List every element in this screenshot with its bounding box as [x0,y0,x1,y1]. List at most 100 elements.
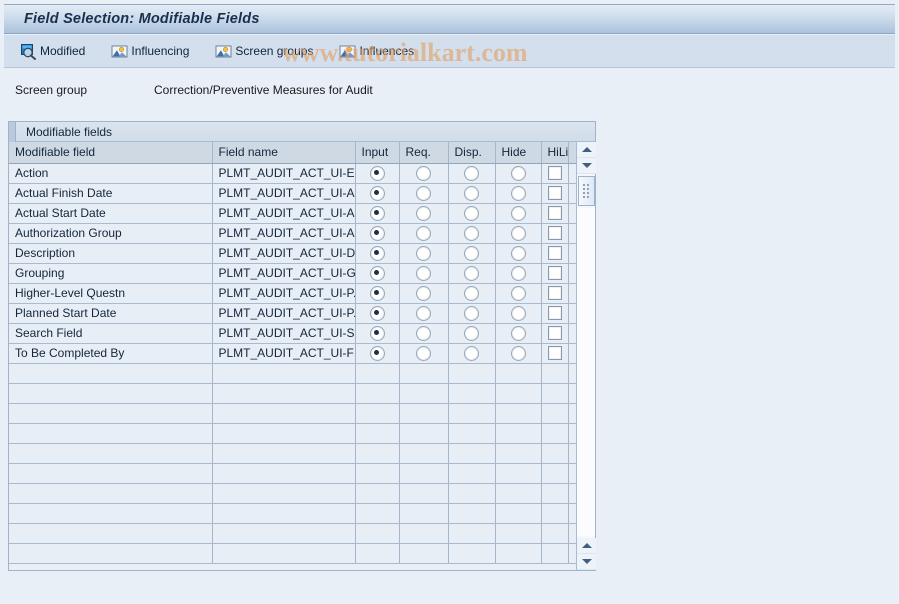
radio-input-radio[interactable] [369,185,385,201]
table-row[interactable]: Authorization Group PLMT_AUDIT_ACT_UI-A..… [9,223,576,244]
table-row[interactable]: Action PLMT_AUDIT_ACT_UI-E... [9,163,576,184]
radio-disp-radio[interactable] [464,345,479,361]
hili-checkbox[interactable] [547,206,562,221]
table-row[interactable]: Planned Start Date PLMT_AUDIT_ACT_UI-P... [9,303,576,324]
table-row-empty[interactable] [9,543,576,564]
scrollbar-track[interactable] [577,208,595,536]
radio-disp-radio[interactable] [464,265,479,281]
cell-empty [448,503,496,524]
radio-input-radio[interactable] [369,325,385,341]
hili-checkbox[interactable] [547,326,562,341]
cell-radio-disp [448,243,496,264]
cell-empty [541,383,569,404]
radio-disp-radio[interactable] [464,205,479,221]
hili-checkbox[interactable] [547,226,562,241]
table-row[interactable]: Actual Finish Date PLMT_AUDIT_ACT_UI-A... [9,183,576,204]
column-header-label: Hide [501,145,527,160]
radio-hide-radio[interactable] [510,345,526,361]
hili-checkbox[interactable] [547,306,562,321]
table-row[interactable]: Description PLMT_AUDIT_ACT_UI-D... [9,243,576,264]
radio-input-radio[interactable] [369,225,385,241]
table-row[interactable]: Search Field PLMT_AUDIT_ACT_UI-S... [9,323,576,344]
radio-disp-radio[interactable] [464,185,479,201]
column-header-req[interactable]: Req. [399,142,449,164]
radio-hide-radio[interactable] [510,245,526,261]
table-row-empty[interactable] [9,423,576,444]
hili-checkbox[interactable] [547,186,562,201]
radio-hide-radio[interactable] [510,185,526,201]
toolbar-button-modified[interactable]: Modified [16,38,95,64]
radio-req-radio[interactable] [416,185,431,201]
radio-disp-radio[interactable] [464,325,479,341]
scroll-up-button[interactable] [577,142,596,158]
table-row-empty[interactable] [9,523,576,544]
scroll-page-up-button[interactable] [577,538,596,554]
radio-req-radio[interactable] [416,325,431,341]
radio-disp-radio[interactable] [464,245,479,261]
cell-radio-input [355,183,400,204]
column-header-spacer [568,142,576,164]
scroll-down-button[interactable] [577,158,596,174]
cell-field-name: PLMT_AUDIT_ACT_UI-A... [212,203,356,224]
cell-spacer [568,263,576,284]
column-header-modifiable-field[interactable]: Modifiable field [9,142,213,164]
radio-req-radio[interactable] [416,265,431,281]
radio-req-radio[interactable] [416,245,431,261]
radio-req-radio[interactable] [416,285,431,301]
radio-hide-radio[interactable] [510,285,526,301]
radio-hide-radio[interactable] [510,165,526,181]
table-row-empty[interactable] [9,503,576,524]
scrollbar-thumb[interactable] [577,176,595,206]
radio-hide-radio[interactable] [510,205,526,221]
scroll-page-down-button[interactable] [577,554,596,570]
table-row-empty[interactable] [9,403,576,424]
radio-hide-radio[interactable] [510,325,526,341]
radio-input-radio[interactable] [369,165,385,181]
column-header-hili[interactable]: HiLi [541,142,569,164]
radio-input-radio[interactable] [369,245,385,261]
toolbar-button-influences[interactable]: Influences [335,38,424,64]
radio-req-radio[interactable] [416,205,431,221]
radio-disp-radio[interactable] [464,225,479,241]
toolbar-button-influencing[interactable]: Influencing [107,38,199,64]
radio-req-radio[interactable] [416,165,431,181]
table-row[interactable]: Grouping PLMT_AUDIT_ACT_UI-G... [9,263,576,284]
radio-input-radio[interactable] [369,205,385,221]
table-row[interactable]: To Be Completed By PLMT_AUDIT_ACT_UI-FI..… [9,343,576,364]
cell-radio-req [399,223,449,244]
radio-disp-radio[interactable] [464,165,479,181]
table-row-empty[interactable] [9,363,576,384]
cell-spacer [568,243,576,264]
hili-checkbox[interactable] [547,166,562,181]
hili-checkbox[interactable] [547,346,562,361]
radio-req-radio[interactable] [416,305,431,321]
hili-checkbox[interactable] [547,246,562,261]
column-header-field-name[interactable]: Field name [212,142,356,164]
column-header-input[interactable]: Input [355,142,400,164]
hili-checkbox[interactable] [547,286,562,301]
hili-checkbox[interactable] [547,266,562,281]
column-header-hide[interactable]: Hide [495,142,542,164]
table-group-header: Modifiable fields [9,121,595,142]
toolbar-button-screen-groups[interactable]: Screen groups [211,38,323,64]
column-header-disp[interactable]: Disp. [448,142,496,164]
radio-hide-radio[interactable] [510,225,526,241]
cell-radio-disp [448,323,496,344]
radio-req-radio[interactable] [416,345,431,361]
table-row[interactable]: Actual Start Date PLMT_AUDIT_ACT_UI-A... [9,203,576,224]
radio-input-radio[interactable] [369,285,385,301]
radio-hide-radio[interactable] [510,265,526,281]
radio-req-radio[interactable] [416,225,431,241]
table-row-empty[interactable] [9,443,576,464]
table-row-empty[interactable] [9,483,576,504]
radio-input-radio[interactable] [369,305,385,321]
table-row[interactable]: Higher-Level Questn PLMT_AUDIT_ACT_UI-P..… [9,283,576,304]
vertical-scrollbar[interactable] [576,142,596,570]
table-row-empty[interactable] [9,383,576,404]
radio-hide-radio[interactable] [510,305,526,321]
radio-input-radio[interactable] [369,265,385,281]
radio-disp-radio[interactable] [464,285,479,301]
radio-input-radio[interactable] [369,345,385,361]
table-row-empty[interactable] [9,463,576,484]
radio-disp-radio[interactable] [464,305,479,321]
